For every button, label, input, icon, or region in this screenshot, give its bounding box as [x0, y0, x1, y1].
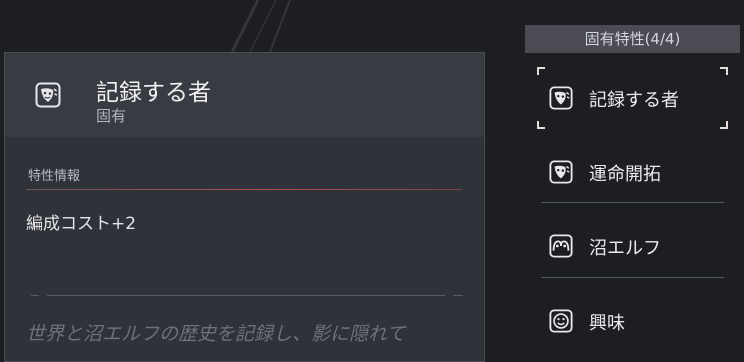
section-divider	[26, 189, 462, 190]
trait-separator	[541, 202, 724, 203]
trait-item-swamp-elf[interactable]: 沼エルフ	[541, 218, 724, 274]
trait-effect: 編成コスト+2	[26, 214, 137, 234]
mask-icon	[549, 160, 573, 184]
trait-separator	[541, 277, 724, 278]
trait-label: 沼エルフ	[589, 238, 661, 259]
flavor-text: 世界と沼エルフの歴史を記録し、影に隠れて	[26, 323, 406, 345]
trait-title: 記録する者	[96, 80, 211, 106]
trait-category: 固有	[96, 107, 127, 125]
traits-header: 固有特性(4/4)	[525, 25, 740, 53]
mask-icon	[549, 86, 573, 110]
trait-detail-panel: 記録する者 固有 特性情報 編成コスト+2 世界と沼エルフの歴史を記録し、影に隠…	[4, 52, 485, 362]
trait-item-interest[interactable]: 興味	[541, 293, 724, 349]
trait-label: 興味	[589, 313, 625, 334]
mask-icon	[35, 82, 61, 108]
section-label: 特性情報	[28, 169, 81, 184]
smile-icon	[549, 309, 573, 333]
flavor-divider	[31, 295, 463, 297]
trait-item-destiny[interactable]: 運命開拓	[541, 144, 724, 200]
trait-label: 運命開拓	[589, 164, 661, 185]
swamp-elf-icon	[549, 234, 573, 258]
trait-label: 記録する者	[589, 90, 679, 111]
trait-item-recorder[interactable]: 記録する者	[537, 67, 728, 129]
trait-detail-header: 記録する者 固有	[5, 53, 484, 137]
